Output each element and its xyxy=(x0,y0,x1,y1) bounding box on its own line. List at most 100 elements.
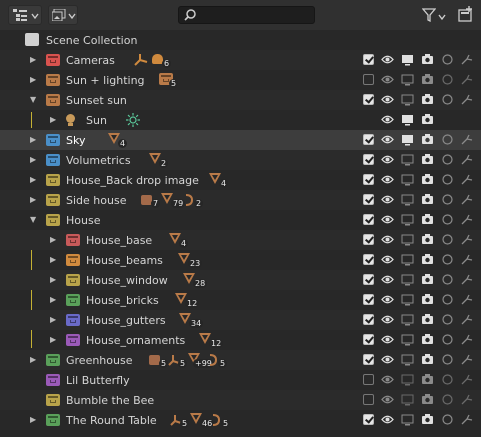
curve-object-icon[interactable]: 5 xyxy=(208,353,228,369)
exclude-checkbox[interactable] xyxy=(363,234,374,245)
object-row[interactable]: ▶ Sun xyxy=(0,110,481,130)
eye-icon[interactable] xyxy=(381,153,394,166)
eye-icon[interactable] xyxy=(381,373,394,386)
expand-arrow-icon[interactable]: ▶ xyxy=(50,255,56,264)
eye-icon[interactable] xyxy=(381,173,394,186)
holdout-icon[interactable] xyxy=(441,133,454,146)
render-camera-icon[interactable] xyxy=(421,193,434,206)
collection-row[interactable]: ▶ Cameras 6 xyxy=(0,50,481,70)
eye-icon[interactable] xyxy=(381,313,394,326)
expand-arrow-icon[interactable]: ▶ xyxy=(30,75,36,84)
eye-icon[interactable] xyxy=(381,73,394,86)
exclude-checkbox[interactable] xyxy=(363,254,374,265)
eye-icon[interactable] xyxy=(381,113,394,126)
holdout-icon[interactable] xyxy=(441,93,454,106)
holdout-icon[interactable] xyxy=(441,333,454,346)
eye-icon[interactable] xyxy=(381,233,394,246)
expand-arrow-icon[interactable]: ▶ xyxy=(50,295,56,304)
expand-arrow-icon[interactable]: ▶ xyxy=(30,55,36,64)
eye-icon[interactable] xyxy=(381,53,394,66)
render-camera-icon[interactable] xyxy=(421,333,434,346)
sun-data-icon[interactable] xyxy=(126,113,140,130)
render-camera-icon[interactable] xyxy=(421,233,434,246)
indirect-only-icon[interactable] xyxy=(460,353,473,366)
indirect-only-icon[interactable] xyxy=(460,173,473,186)
indirect-only-icon[interactable] xyxy=(460,153,473,166)
holdout-icon[interactable] xyxy=(441,353,454,366)
collection-label[interactable]: Side house xyxy=(66,194,126,207)
exclude-checkbox[interactable] xyxy=(363,94,374,105)
collection-label[interactable]: Sunset sun xyxy=(66,94,127,107)
holdout-icon[interactable] xyxy=(441,153,454,166)
holdout-icon[interactable] xyxy=(441,73,454,86)
collection-row[interactable]: ▶ House_bricks 12 xyxy=(0,290,481,310)
collection-row[interactable]: ▶ House_beams 23 xyxy=(0,250,481,270)
indirect-only-icon[interactable] xyxy=(460,53,473,66)
eye-icon[interactable] xyxy=(381,393,394,406)
render-camera-icon[interactable] xyxy=(421,293,434,306)
curve-object-icon[interactable]: 2 xyxy=(184,193,204,209)
collection-row[interactable]: ▶ Side house 7 79 2 xyxy=(0,190,481,210)
collection-row[interactable]: ▼ House xyxy=(0,210,481,230)
render-camera-icon[interactable] xyxy=(421,173,434,186)
render-camera-icon[interactable] xyxy=(421,393,434,406)
display-mode-dropdown[interactable] xyxy=(8,5,42,25)
collection-label[interactable]: House_Back drop image xyxy=(66,174,199,187)
monitor-icon[interactable] xyxy=(401,373,414,386)
collection-row[interactable]: ▶ Volumetrics 2 xyxy=(0,150,481,170)
expand-arrow-icon[interactable]: ▶ xyxy=(30,355,36,364)
collection-row[interactable]: ▼ Sunset sun xyxy=(0,90,481,110)
expand-arrow-icon[interactable]: ▶ xyxy=(30,195,36,204)
monitor-icon[interactable] xyxy=(401,293,414,306)
exclude-checkbox[interactable] xyxy=(363,134,374,145)
indirect-only-icon[interactable] xyxy=(460,253,473,266)
holdout-icon[interactable] xyxy=(441,273,454,286)
expand-arrow-icon[interactable]: ▶ xyxy=(30,135,36,144)
render-camera-icon[interactable] xyxy=(421,153,434,166)
eye-icon[interactable] xyxy=(381,93,394,106)
indirect-only-icon[interactable] xyxy=(460,413,473,426)
render-camera-icon[interactable] xyxy=(421,313,434,326)
render-camera-icon[interactable] xyxy=(421,113,434,126)
exclude-checkbox[interactable] xyxy=(363,334,374,345)
armature-object-icon[interactable]: 5 xyxy=(168,353,188,369)
indirect-only-icon[interactable] xyxy=(460,213,473,226)
monitor-icon[interactable] xyxy=(401,173,414,186)
collection-row[interactable]: ▶ House_ornaments 12 xyxy=(0,330,481,350)
eye-icon[interactable] xyxy=(381,333,394,346)
collection-row[interactable]: ▶ House_window 28 xyxy=(0,270,481,290)
filter-dropdown[interactable] xyxy=(420,6,450,26)
render-camera-icon[interactable] xyxy=(421,373,434,386)
render-camera-icon[interactable] xyxy=(421,353,434,366)
monitor-icon[interactable] xyxy=(401,253,414,266)
monitor-icon[interactable] xyxy=(401,153,414,166)
holdout-icon[interactable] xyxy=(441,373,454,386)
expand-arrow-icon[interactable]: ▶ xyxy=(50,115,56,124)
collection-label[interactable]: Volumetrics xyxy=(66,154,131,167)
collection-label[interactable]: House_window xyxy=(86,274,168,287)
render-camera-icon[interactable] xyxy=(421,93,434,106)
collection-label[interactable]: Lil Butterfly xyxy=(66,374,130,387)
holdout-icon[interactable] xyxy=(441,313,454,326)
expand-arrow-icon[interactable]: ▶ xyxy=(30,155,36,164)
monitor-icon[interactable] xyxy=(401,133,414,146)
monitor-icon[interactable] xyxy=(401,393,414,406)
collection-label[interactable]: House_base xyxy=(86,234,152,247)
monitor-icon[interactable] xyxy=(401,53,414,66)
exclude-checkbox[interactable] xyxy=(363,374,374,385)
collection-row[interactable]: Bumble the Bee xyxy=(0,390,481,410)
holdout-icon[interactable] xyxy=(441,193,454,206)
monitor-icon[interactable] xyxy=(401,93,414,106)
collection-row[interactable]: ▶ Greenhouse 5 5 +99 5 xyxy=(0,350,481,370)
eye-icon[interactable] xyxy=(381,253,394,266)
monitor-icon[interactable] xyxy=(401,193,414,206)
exclude-checkbox[interactable] xyxy=(363,314,374,325)
render-camera-icon[interactable] xyxy=(421,133,434,146)
expand-arrow-icon[interactable]: ▶ xyxy=(30,175,36,184)
eye-icon[interactable] xyxy=(381,213,394,226)
indirect-only-icon[interactable] xyxy=(460,93,473,106)
indirect-only-icon[interactable] xyxy=(460,233,473,246)
exclude-checkbox[interactable] xyxy=(363,194,374,205)
exclude-checkbox[interactable] xyxy=(363,174,374,185)
exclude-checkbox[interactable] xyxy=(363,294,374,305)
